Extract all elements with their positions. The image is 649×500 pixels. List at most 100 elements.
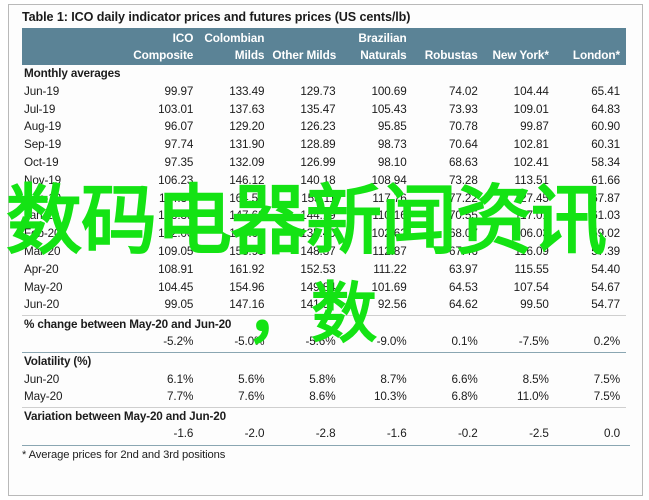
cell-brazilian-naturals: 101.69 [371, 280, 407, 294]
cell-london: 65.41 [591, 84, 620, 98]
cell-brazilian-naturals: 98.10 [377, 155, 407, 169]
cell-robustas: 73.93 [448, 102, 478, 116]
cell-ico-composite: 106.39 [158, 209, 194, 223]
cell-new-york: 8.5% [522, 372, 549, 386]
cell-colombian-milds: 133.49 [229, 84, 265, 98]
cell-london: 60.90 [591, 120, 620, 134]
cell-other-milds: 135.40 [300, 227, 336, 241]
row-month-label: Jul-19 [24, 102, 56, 116]
table-row: May-20 7.7% 7.6% 8.6% 10.3% 6.8% 11.0% 7… [22, 389, 626, 407]
cell-new-york: -7.5% [518, 335, 549, 349]
table-row: Jun-20 99.05 147.16 141.57 92.56 64.62 9… [22, 297, 626, 315]
cell-brazilian-naturals: 92.56 [377, 298, 407, 312]
table-row: Oct-19 97.35 132.09 126.99 98.10 68.63 1… [22, 154, 626, 172]
cell-london: 61.03 [591, 209, 620, 223]
row-month-label: Apr-20 [24, 262, 59, 276]
section-label-pct-change: % change between May-20 and Jun-20 [22, 314, 626, 334]
cell-robustas: 63.97 [448, 262, 478, 276]
cell-other-milds: 149.84 [300, 280, 336, 294]
cell-colombian-milds: 137.63 [229, 102, 265, 116]
cell-other-milds: 5.8% [309, 372, 336, 386]
cell-other-milds: 140.18 [300, 173, 336, 187]
cell-other-milds: 152.53 [300, 262, 336, 276]
cell-colombian-milds: -5.0% [234, 335, 265, 349]
cell-robustas: 74.02 [448, 84, 478, 98]
table-row: Dec-19 114.37 164.50 153.11 117.76 77.22… [22, 190, 626, 208]
cell-brazilian-naturals: 8.7% [380, 372, 407, 386]
cell-london: 64.83 [591, 102, 620, 116]
cell-london: 58.34 [591, 155, 620, 169]
cell-brazilian-naturals: 108.94 [371, 173, 407, 187]
table-row: Jun-19 99.97 133.49 129.73 100.69 74.02 … [22, 83, 626, 101]
cell-brazilian-naturals: 110.16 [372, 209, 407, 223]
cell-colombian-milds: 146.12 [229, 173, 265, 187]
table-footnote: * Average prices for 2nd and 3rd positio… [22, 444, 630, 461]
cell-brazilian-naturals: 100.69 [371, 84, 407, 98]
cell-ico-composite: -1.6 [173, 427, 194, 441]
cell-colombian-milds: 147.62 [229, 209, 265, 223]
cell-colombian-milds: 147.16 [229, 298, 265, 312]
table-row: Nov-19 106.23 146.12 140.18 108.94 73.28… [22, 172, 626, 190]
cell-robustas: 6.6% [451, 372, 478, 386]
cell-ico-composite: 103.01 [158, 102, 194, 116]
footnote-text: Average prices for 2nd and 3rd positions [26, 448, 226, 461]
row-month-label: Jan-20 [24, 209, 60, 223]
cell-brazilian-naturals: 105.43 [371, 102, 407, 116]
cell-ico-composite: 102.00 [158, 227, 194, 241]
header-row-top: ICO Colombian Brazilian [22, 28, 626, 47]
cell-robustas: 68.07 [448, 227, 478, 241]
cell-new-york: 106.03 [513, 227, 549, 241]
header-colombian-milds-line1: Colombian [199, 28, 271, 47]
cell-new-york: 115.55 [514, 262, 549, 276]
cell-london: 0.0 [604, 427, 620, 441]
cell-brazilian-naturals: 112.87 [372, 244, 407, 258]
cell-new-york: 104.44 [513, 84, 549, 98]
cell-colombian-milds: 129.20 [229, 120, 265, 134]
table-row: Mar-20 109.05 158.99 148.37 112.87 67.46… [22, 243, 626, 261]
table-row: Aug-19 96.07 129.20 126.23 95.85 70.78 9… [22, 119, 626, 137]
row-variation-label [22, 426, 128, 444]
cell-colombian-milds: 146.03 [229, 227, 265, 241]
header-brazilian-naturals-line1: Brazilian [341, 28, 413, 47]
cell-robustas: 70.64 [448, 138, 478, 152]
header-new-york-line1 [483, 28, 555, 47]
header-robustas: Robustas [412, 46, 484, 65]
section-pct-change: % change between May-20 and Jun-20 [22, 314, 626, 334]
cell-other-milds: -5.6% [305, 335, 336, 349]
row-month-label: Feb-20 [24, 227, 61, 241]
table-title: Table 1: ICO daily indicator prices and … [22, 10, 411, 24]
section-label-variation: Variation between May-20 and Jun-20 [22, 406, 626, 426]
header-row-bottom: Composite Milds Other Milds Naturals Rob… [22, 46, 626, 65]
cell-colombian-milds: 154.96 [229, 280, 265, 294]
ico-prices-table: ICO Colombian Brazilian Composite Milds … [22, 28, 626, 444]
cell-robustas: 6.8% [451, 390, 478, 404]
header-blank-topleft [22, 28, 129, 47]
cell-colombian-milds: 164.50 [229, 191, 265, 205]
cell-robustas: 67.46 [448, 244, 478, 258]
cell-robustas: 64.62 [448, 298, 478, 312]
header-robustas-line1 [412, 28, 484, 47]
cell-ico-composite: 108.91 [158, 262, 194, 276]
table-row: May-20 104.45 154.96 149.84 101.69 64.53… [22, 279, 626, 297]
cell-london: 67.87 [591, 191, 620, 205]
cell-london: 54.40 [591, 262, 620, 276]
spacer-cell [555, 65, 626, 83]
section-monthly-averages: Monthly averages [22, 65, 626, 83]
cell-ico-composite: 6.1% [167, 372, 194, 386]
cell-robustas: 64.53 [448, 280, 478, 294]
spacer-cell [413, 65, 484, 83]
row-month-label: Oct-19 [24, 155, 59, 169]
row-month-label: Nov-19 [24, 173, 62, 187]
header-london: London* [554, 46, 626, 65]
cell-robustas: 73.28 [448, 173, 478, 187]
header-ico-composite-line1: ICO [128, 28, 200, 47]
cell-new-york: 11.0% [517, 390, 549, 404]
cell-brazilian-naturals: 111.22 [373, 262, 407, 276]
cell-robustas: -0.2 [457, 427, 478, 441]
cell-other-milds: 153.11 [301, 191, 336, 205]
cell-other-milds: 141.57 [300, 298, 336, 312]
cell-london: 7.5% [593, 390, 620, 404]
cell-london: 59.02 [591, 227, 620, 241]
cell-brazilian-naturals: 102.62 [371, 227, 407, 241]
header-ico-composite: Composite [128, 46, 200, 65]
